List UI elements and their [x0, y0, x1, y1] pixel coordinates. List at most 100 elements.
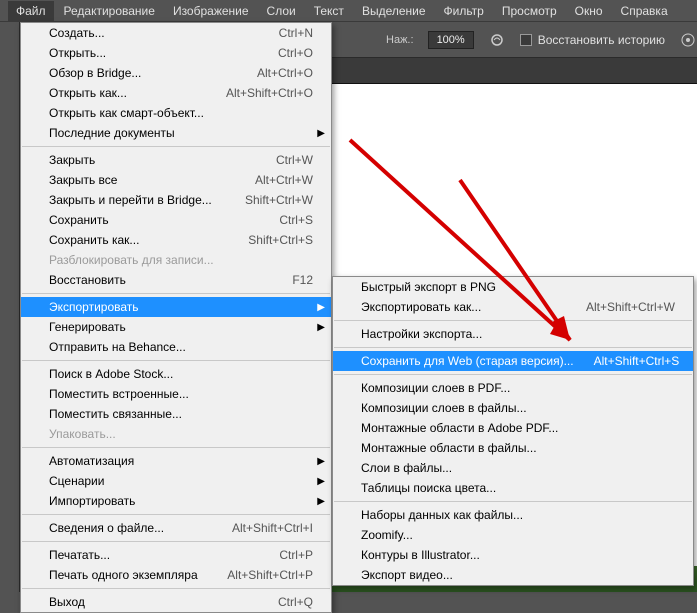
- file-item[interactable]: Восстановить F12: [21, 270, 331, 290]
- file-item[interactable]: Импортировать▶: [21, 491, 331, 511]
- file-item[interactable]: Поместить связанные...: [21, 404, 331, 424]
- menu-item-label: Упаковать...: [49, 427, 116, 441]
- file-item[interactable]: Создать...Ctrl+N: [21, 23, 331, 43]
- file-item[interactable]: Поместить встроенные...: [21, 384, 331, 404]
- menu-item-label: Сохранить: [49, 213, 109, 227]
- menu-item-label: Автоматизация: [49, 454, 134, 468]
- file-item[interactable]: ВыходCtrl+Q: [21, 592, 331, 612]
- menu-item-label: Контуры в Illustrator...: [361, 548, 480, 562]
- separator: [22, 293, 330, 294]
- export-item[interactable]: Монтажные области в файлы...: [333, 438, 693, 458]
- checkbox-icon: [520, 34, 532, 46]
- export-item[interactable]: Композиции слоев в файлы...: [333, 398, 693, 418]
- export-item[interactable]: Наборы данных как файлы...: [333, 505, 693, 525]
- menu-item-label: Импортировать: [49, 494, 135, 508]
- menu-item-label: Отправить на Behance...: [49, 340, 186, 354]
- file-item[interactable]: Сохранить как...Shift+Ctrl+S: [21, 230, 331, 250]
- menu-file[interactable]: Файл: [8, 1, 54, 21]
- submenu-arrow-icon: ▶: [317, 456, 325, 467]
- menu-item-label: Монтажные области в Adobe PDF...: [361, 421, 558, 435]
- file-item[interactable]: Закрыть и перейти в Bridge...Shift+Ctrl+…: [21, 190, 331, 210]
- file-item[interactable]: Открыть как смарт-объект...: [21, 103, 331, 123]
- export-item[interactable]: Монтажные области в Adobe PDF...: [333, 418, 693, 438]
- file-item[interactable]: Печать одного экземпляраAlt+Shift+Ctrl+P: [21, 565, 331, 585]
- menu-view[interactable]: Просмотр: [494, 1, 565, 21]
- export-item[interactable]: Таблицы поиска цвета...: [333, 478, 693, 498]
- file-item[interactable]: Отправить на Behance...: [21, 337, 331, 357]
- menu-item-label: Открыть...: [49, 46, 106, 60]
- menu-window[interactable]: Окно: [567, 1, 611, 21]
- menu-item-label: Восстановить: [49, 273, 126, 287]
- file-item[interactable]: Экспортировать▶: [21, 297, 331, 317]
- file-item[interactable]: Автоматизация ▶: [21, 451, 331, 471]
- file-item[interactable]: Закрыть всеAlt+Ctrl+W: [21, 170, 331, 190]
- file-item[interactable]: Генерировать▶: [21, 317, 331, 337]
- menu-select[interactable]: Выделение: [354, 1, 434, 21]
- menu-item-label: Композиции слоев в PDF...: [361, 381, 510, 395]
- menu-item-label: Экспортировать: [49, 300, 139, 314]
- menu-item-label: Выход: [49, 595, 85, 609]
- menu-item-label: Настройки экспорта...: [361, 327, 482, 341]
- export-item[interactable]: Быстрый экспорт в PNG: [333, 277, 693, 297]
- export-item[interactable]: Слои в файлы...: [333, 458, 693, 478]
- menu-edit[interactable]: Редактирование: [56, 1, 163, 21]
- menubar: Файл Редактирование Изображение Слои Тек…: [0, 0, 697, 22]
- separator: [334, 320, 692, 321]
- export-item[interactable]: Zoomify...: [333, 525, 693, 545]
- export-item[interactable]: Контуры в Illustrator...: [333, 545, 693, 565]
- file-item[interactable]: Печатать...Ctrl+P: [21, 545, 331, 565]
- flow-icon[interactable]: [488, 31, 506, 49]
- menu-item-label: Сценарии: [49, 474, 104, 488]
- export-item[interactable]: Сохранить для Web (старая версия)...Alt+…: [333, 351, 693, 371]
- pressure-value[interactable]: 100%: [428, 31, 474, 49]
- export-item[interactable]: Экспортировать как... Alt+Shift+Ctrl+W: [333, 297, 693, 317]
- export-item[interactable]: Экспорт видео...: [333, 565, 693, 585]
- menu-item-label: Открыть как...: [49, 86, 127, 100]
- file-item[interactable]: Открыть... Ctrl+O: [21, 43, 331, 63]
- shortcut-label: Alt+Ctrl+O: [237, 66, 313, 80]
- menu-item-label: Экспортировать как...: [361, 300, 481, 314]
- separator: [22, 541, 330, 542]
- separator: [22, 514, 330, 515]
- menu-item-label: Закрыть: [49, 153, 95, 167]
- export-item[interactable]: Композиции слоев в PDF...: [333, 378, 693, 398]
- menu-layers[interactable]: Слои: [259, 1, 304, 21]
- export-item[interactable]: Настройки экспорта...: [333, 324, 693, 344]
- file-item[interactable]: Сценарии▶: [21, 471, 331, 491]
- separator: [334, 374, 692, 375]
- menu-item-label: Поместить встроенные...: [49, 387, 189, 401]
- shortcut-label: Ctrl+P: [259, 548, 313, 562]
- shortcut-label: F12: [272, 273, 313, 287]
- shortcut-label: Ctrl+N: [259, 26, 313, 40]
- file-item[interactable]: Поиск в Adobe Stock...: [21, 364, 331, 384]
- file-item[interactable]: Сведения о файле...Alt+Shift+Ctrl+I: [21, 518, 331, 538]
- menu-item-label: Поиск в Adobe Stock...: [49, 367, 173, 381]
- shortcut-label: Alt+Ctrl+W: [235, 173, 313, 187]
- separator: [334, 501, 692, 502]
- restore-history-checkbox[interactable]: Восстановить историю: [520, 33, 665, 47]
- menu-text[interactable]: Текст: [306, 1, 352, 21]
- menu-help[interactable]: Справка: [613, 1, 676, 21]
- file-item[interactable]: Сохранить Ctrl+S: [21, 210, 331, 230]
- pressure-pen-icon[interactable]: [679, 31, 697, 49]
- file-item[interactable]: Обзор в Bridge...Alt+Ctrl+O: [21, 63, 331, 83]
- shortcut-label: Ctrl+O: [258, 46, 313, 60]
- file-item[interactable]: Открыть как...Alt+Shift+Ctrl+O: [21, 83, 331, 103]
- menu-item-label: Сведения о файле...: [49, 521, 164, 535]
- menu-item-label: Генерировать: [49, 320, 126, 334]
- shortcut-label: Shift+Ctrl+W: [225, 193, 313, 207]
- separator: [22, 360, 330, 361]
- menu-item-label: Zoomify...: [361, 528, 413, 542]
- shortcut-label: Ctrl+S: [259, 213, 313, 227]
- shortcut-label: Alt+Shift+Ctrl+W: [566, 300, 675, 314]
- menu-item-label: Слои в файлы...: [361, 461, 452, 475]
- file-item[interactable]: ЗакрытьCtrl+W: [21, 150, 331, 170]
- file-item: Упаковать...: [21, 424, 331, 444]
- tool-icon[interactable]: [5, 28, 15, 38]
- file-dropdown: Создать...Ctrl+N Открыть... Ctrl+O Обзор в …: [20, 22, 332, 613]
- menu-item-label: Сохранить для Web (старая версия)...: [361, 354, 574, 368]
- menu-image[interactable]: Изображение: [165, 1, 257, 21]
- file-item[interactable]: Последние документы▶: [21, 123, 331, 143]
- menu-filter[interactable]: Фильтр: [436, 1, 492, 21]
- menu-item-label: Печать одного экземпляра: [49, 568, 198, 582]
